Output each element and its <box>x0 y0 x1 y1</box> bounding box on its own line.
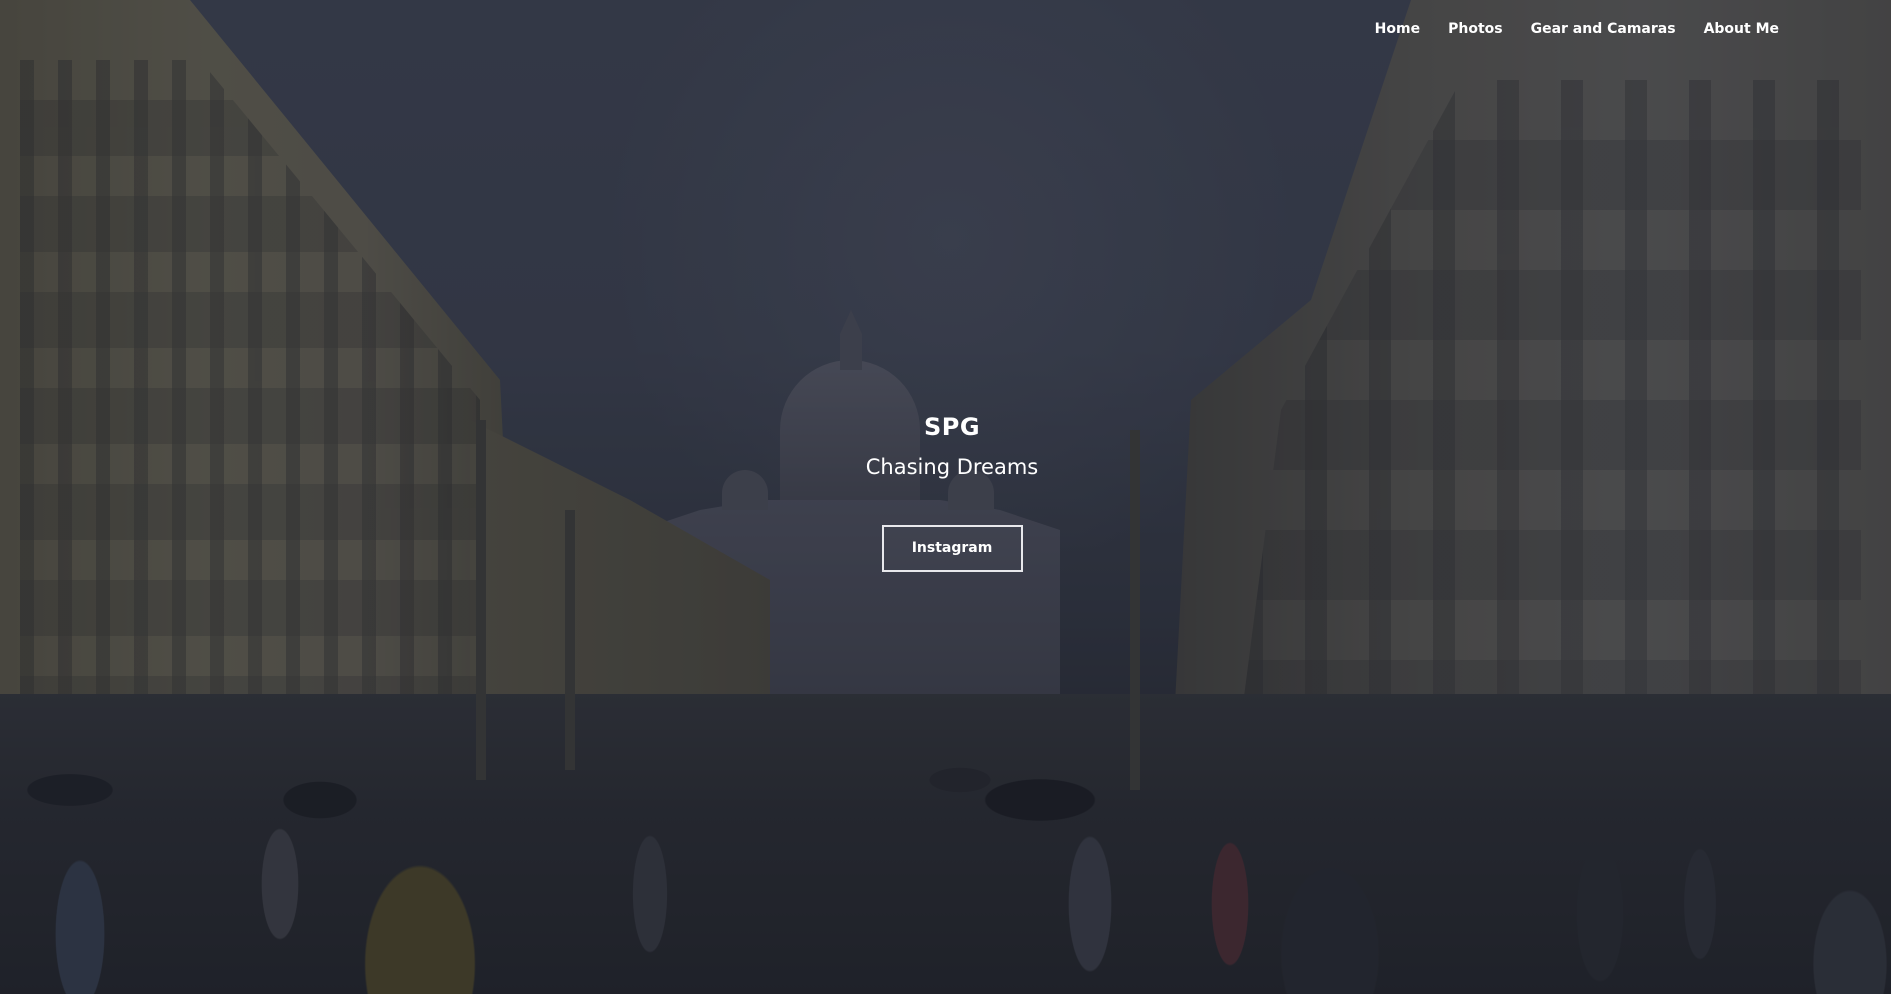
hero-section: SPG Chasing Dreams Instagram <box>0 407 1891 572</box>
nav-item-photos[interactable]: Photos <box>1448 17 1503 41</box>
nav-item-home[interactable]: Home <box>1375 17 1420 41</box>
site-title: SPG <box>923 413 981 441</box>
nav-item-gear-and-camaras[interactable]: Gear and Camaras <box>1531 17 1676 41</box>
nav-item-about-me[interactable]: About Me <box>1704 17 1779 41</box>
site-tagline: Chasing Dreams <box>865 455 1039 479</box>
instagram-button[interactable]: Instagram <box>881 525 1023 572</box>
top-navigation: Home Photos Gear and Camaras About Me <box>1375 17 1779 41</box>
